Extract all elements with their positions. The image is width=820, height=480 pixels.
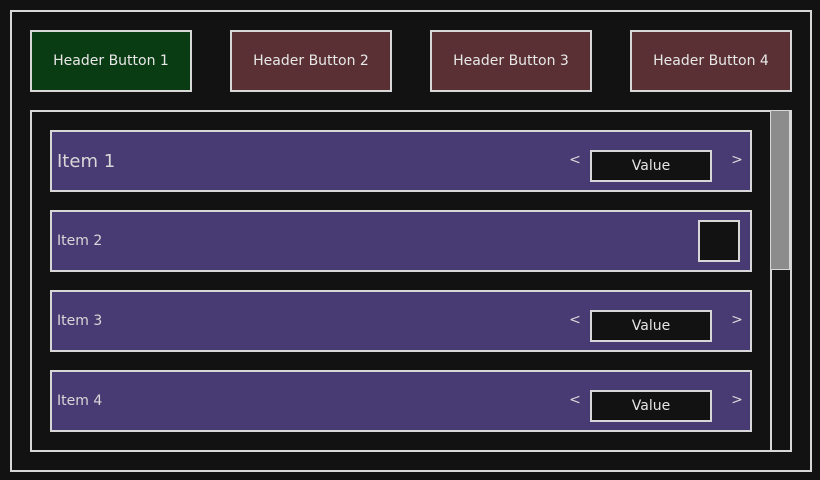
chevron-right-icon[interactable]: > [730,390,744,410]
chevron-left-icon[interactable]: < [568,150,582,170]
chevron-right-icon[interactable]: > [730,150,744,170]
header-button-3[interactable]: Header Button 3 [430,30,592,92]
value-field[interactable]: Value [590,150,712,182]
chevron-left-icon[interactable]: < [568,390,582,410]
scrollbar-thumb[interactable] [770,110,790,270]
item-label: Item 2 [57,233,103,249]
item-label: Item 1 [57,150,116,172]
header-button-4[interactable]: Header Button 4 [630,30,792,92]
value-field[interactable]: Value [590,310,712,342]
list-item-2: Item 2 [50,210,752,272]
item-label: Item 3 [57,313,103,329]
chevron-right-icon[interactable]: > [730,310,744,330]
item-label: Item 4 [57,393,103,409]
header-button-1[interactable]: Header Button 1 [30,30,192,92]
list-item-4: Item 4 < Value > [50,370,752,432]
chevron-left-icon[interactable]: < [568,310,582,330]
list-item-3: Item 3 < Value > [50,290,752,352]
item-checkbox[interactable] [698,220,740,262]
value-field[interactable]: Value [590,390,712,422]
header-button-2[interactable]: Header Button 2 [230,30,392,92]
list-item-1: Item 1 < Value > [50,130,752,192]
